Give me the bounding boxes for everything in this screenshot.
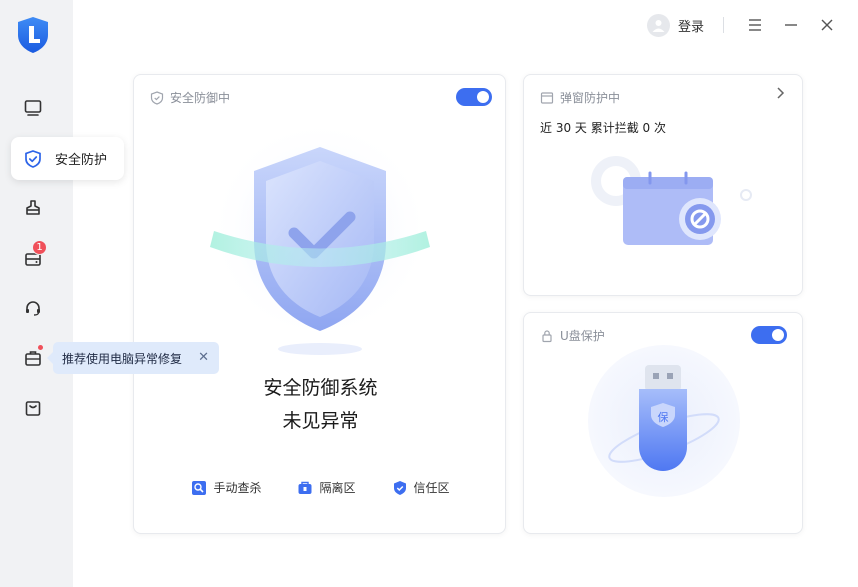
trust-shield-icon	[393, 480, 406, 495]
notification-badge: 1	[32, 240, 47, 255]
security-defense-card: 安全防御中 安全防御系统 未见异常 手动查杀 隔离区 信任区	[133, 74, 506, 534]
login-label: 登录	[678, 20, 705, 35]
usb-badge-label: 保	[658, 410, 669, 424]
menu-icon	[749, 19, 761, 31]
usb-toggle[interactable]	[751, 326, 787, 344]
bag-icon	[25, 401, 41, 416]
nav-support[interactable]	[20, 295, 46, 321]
tooltip-text: 推荐使用电脑异常修复	[62, 351, 183, 366]
shield-check-icon	[25, 149, 41, 168]
window-icon	[540, 91, 554, 104]
lock-icon	[542, 329, 552, 342]
nav-security-active[interactable]: 安全防护	[11, 137, 124, 180]
minimize-button[interactable]	[780, 14, 802, 36]
nav-monitor[interactable]	[20, 95, 46, 121]
tooltip-close-icon[interactable]: ✕	[198, 350, 209, 365]
repair-tooltip[interactable]: 推荐使用电脑异常修复 ✕	[47, 342, 219, 374]
usb-protection-card: U盘保护 保	[523, 312, 803, 534]
usb-card-header: U盘保护	[540, 327, 605, 344]
status-title: 安全防御系统	[263, 377, 378, 399]
avatar	[647, 14, 670, 37]
headset-icon	[26, 301, 40, 316]
popup-card-label: 弹窗防护中	[560, 91, 621, 105]
nav-security-label: 安全防护	[55, 153, 108, 168]
chevron-right-icon[interactable]	[772, 85, 788, 101]
security-card-header: 安全防御中	[150, 89, 230, 106]
trust-zone-link[interactable]: 信任区	[392, 479, 450, 496]
popup-block-count: 近 30 天 累计拦截 0 次	[540, 121, 666, 135]
notification-dot	[38, 345, 43, 350]
quarantine-icon	[298, 481, 312, 494]
usb-drive-illustration-icon: 保	[588, 345, 740, 497]
quarantine-link[interactable]: 隔离区	[297, 479, 356, 496]
sidebar: 1	[0, 0, 73, 587]
nav-store[interactable]	[20, 395, 46, 421]
security-toggle[interactable]	[456, 88, 492, 106]
shield-icon	[150, 90, 164, 105]
popup-block-illustration-icon	[591, 156, 752, 245]
manual-scan-link[interactable]: 手动查杀	[191, 479, 261, 496]
close-icon	[821, 19, 833, 31]
trust-zone-label: 信任区	[413, 481, 450, 495]
usb-card-label: U盘保护	[560, 329, 605, 343]
popup-card-header: 弹窗防护中	[540, 89, 620, 106]
topbar-divider	[723, 17, 724, 33]
login-button[interactable]: 登录	[647, 14, 704, 37]
monitor-icon	[24, 100, 42, 116]
security-actions: 手动查杀 隔离区 信任区	[134, 479, 507, 496]
quarantine-label: 隔离区	[319, 481, 356, 495]
status-subtitle: 未见异常	[282, 410, 359, 432]
scan-icon	[192, 480, 207, 495]
popup-protection-card[interactable]: 弹窗防护中 近 30 天 累计拦截 0 次	[523, 74, 803, 296]
menu-button[interactable]	[744, 14, 766, 36]
nav-cleanup[interactable]	[20, 195, 46, 221]
close-button[interactable]	[816, 14, 838, 36]
user-icon	[652, 20, 665, 32]
manual-scan-label: 手动查杀	[213, 481, 262, 495]
security-card-label: 安全防御中	[170, 91, 231, 105]
briefcase-icon	[25, 351, 41, 366]
app-logo-icon	[18, 17, 48, 53]
broom-icon	[26, 200, 40, 215]
shield-illustration-icon	[208, 129, 432, 355]
minimize-icon	[785, 24, 797, 26]
